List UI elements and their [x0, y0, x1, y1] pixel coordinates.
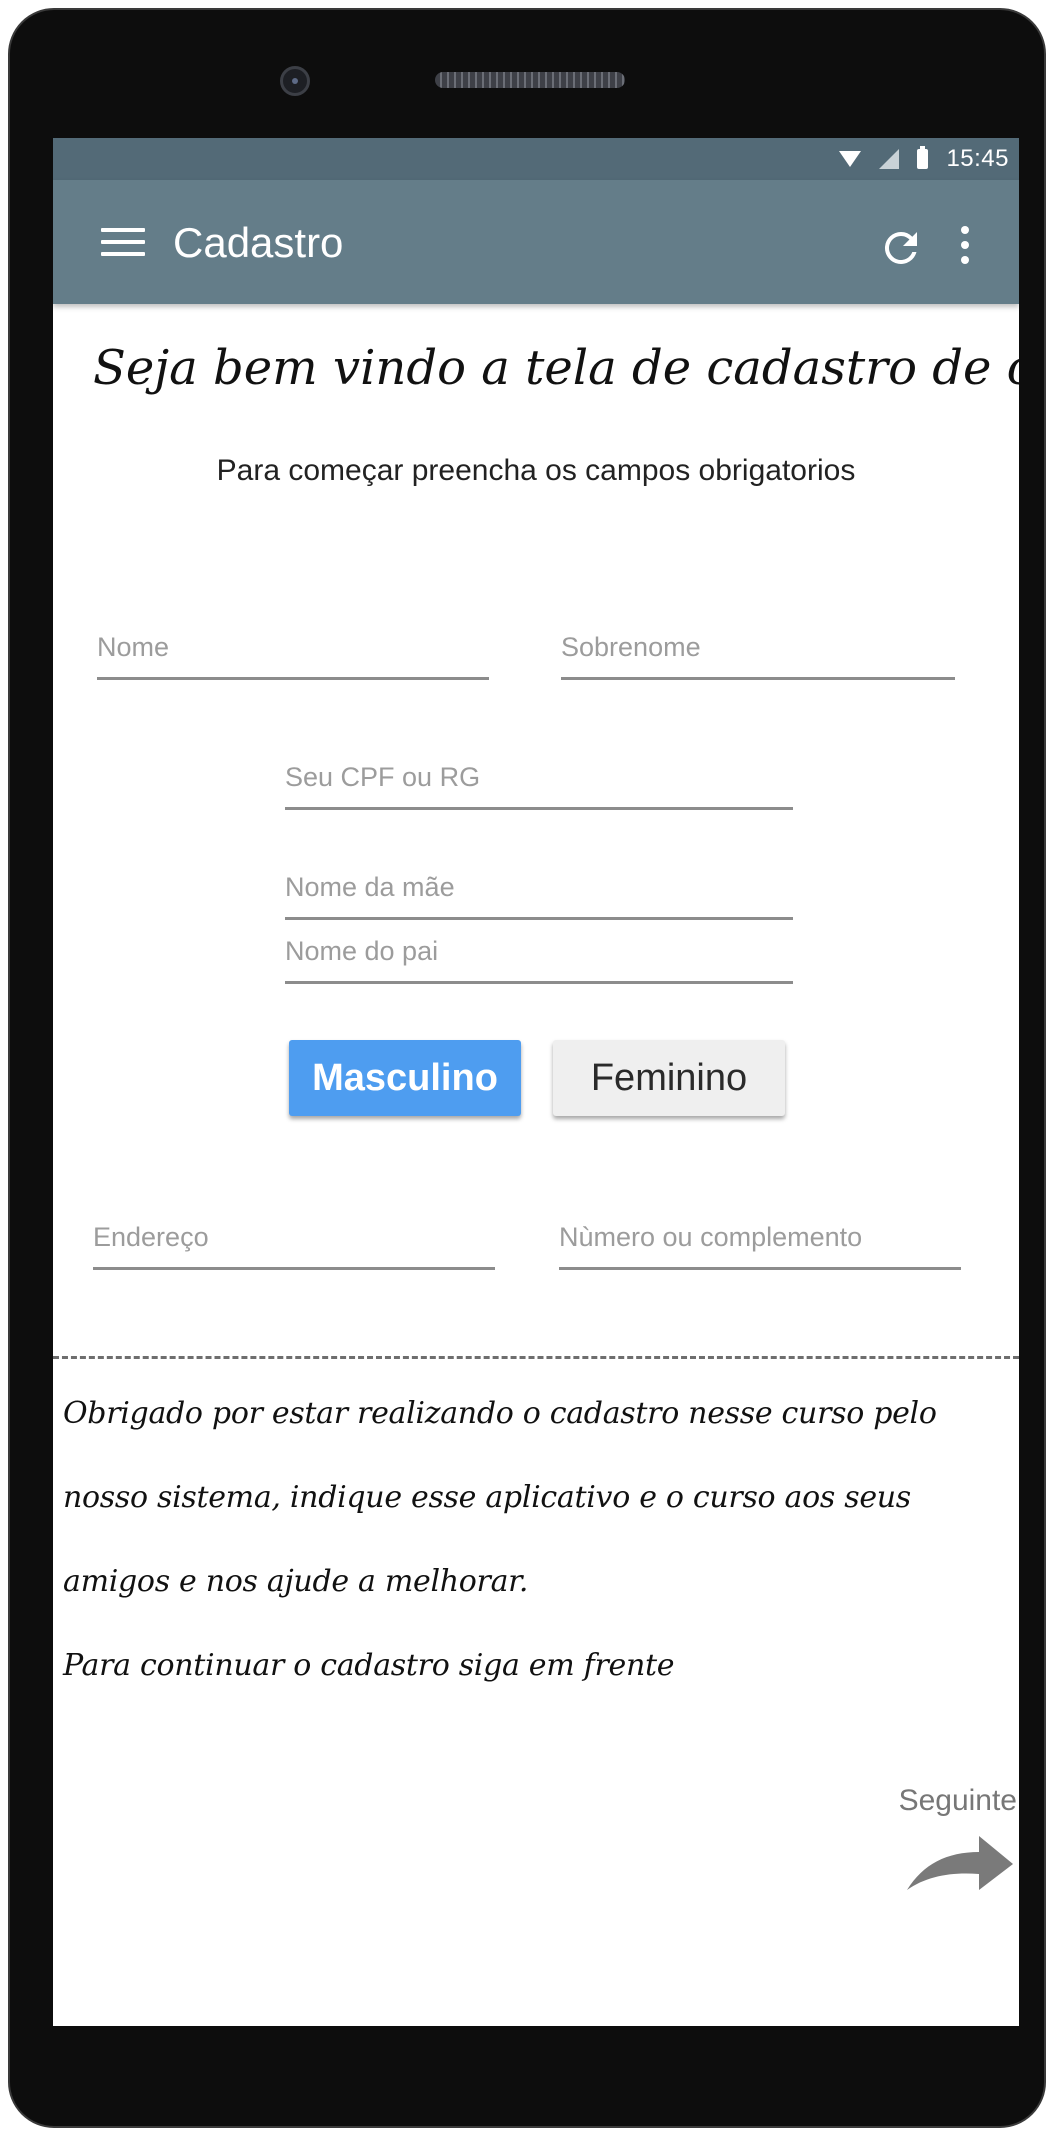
document-input[interactable] [285, 762, 793, 810]
father-name-input[interactable] [285, 936, 793, 984]
message-line: nosso sistema, indique esse aplicativo e… [63, 1480, 911, 1515]
welcome-heading: Seja bem vindo a tela de cadastro de cur… [93, 340, 1019, 396]
earpiece-speaker [435, 72, 625, 88]
battery-icon [917, 146, 929, 169]
refresh-icon[interactable] [877, 224, 925, 272]
number-complement-input[interactable] [559, 1222, 961, 1270]
forward-arrow-icon[interactable] [901, 1828, 1017, 1894]
status-bar: 15:45 [53, 138, 1019, 180]
status-icons: 15:45 [839, 144, 1009, 174]
first-name-input[interactable] [97, 632, 489, 680]
signal-icon [879, 149, 900, 169]
menu-icon[interactable] [101, 228, 145, 260]
camera-lens [280, 66, 310, 96]
more-vert-icon[interactable] [955, 226, 975, 272]
phone-frame: 15:45 Cadastro Seja bem vindo a tela de … [8, 8, 1046, 2128]
last-name-input[interactable] [561, 632, 955, 680]
thank-you-message: Obrigado por estar realizando o cadastro… [63, 1372, 1013, 1708]
next-label[interactable]: Seguinte [899, 1784, 1017, 1818]
screen: 15:45 Cadastro Seja bem vindo a tela de … [53, 138, 1019, 2026]
message-line: amigos e nos ajude a melhorar. [63, 1564, 529, 1599]
wifi-icon [839, 151, 862, 167]
address-input[interactable] [93, 1222, 495, 1270]
mother-name-input[interactable] [285, 872, 793, 920]
male-button[interactable]: Masculino [289, 1040, 521, 1116]
welcome-subtitle: Para começar preencha os campos obrigato… [216, 454, 856, 487]
female-button[interactable]: Feminino [553, 1040, 785, 1116]
app-bar: Cadastro [53, 180, 1019, 304]
section-divider [53, 1356, 1019, 1359]
message-line: Para continuar o cadastro siga em frente [63, 1648, 675, 1683]
app-title: Cadastro [173, 219, 344, 266]
status-time: 15:45 [946, 145, 1009, 172]
message-line: Obrigado por estar realizando o cadastro… [63, 1396, 937, 1431]
